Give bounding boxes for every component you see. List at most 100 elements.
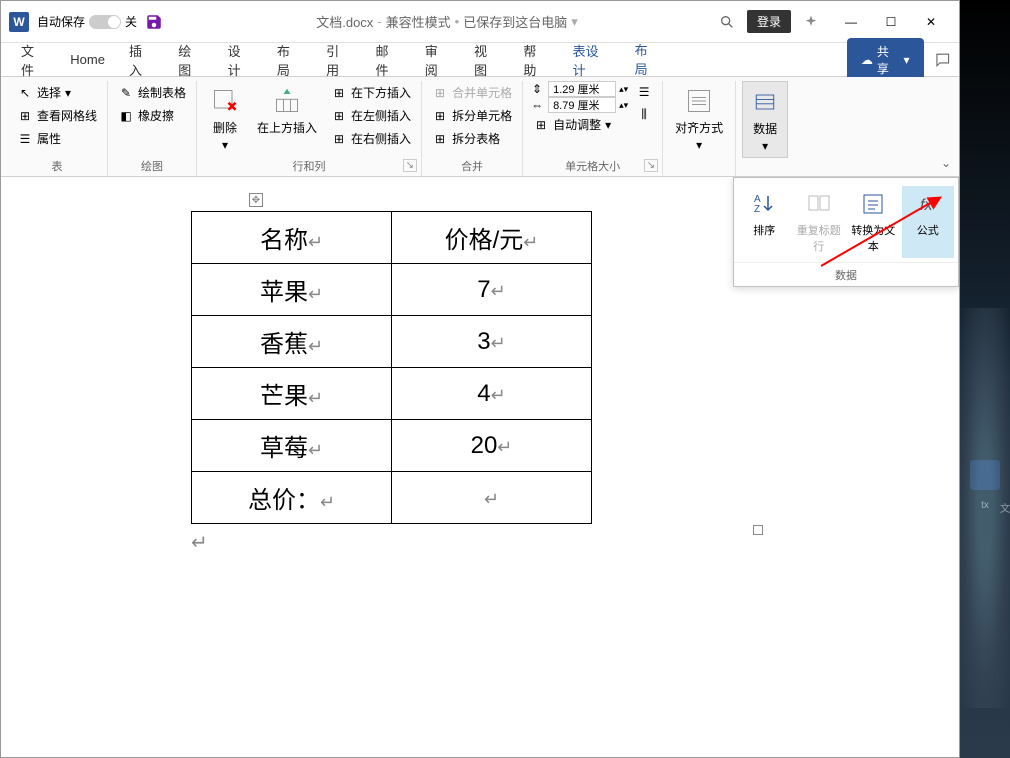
- insert-left-icon: ⊞: [331, 108, 347, 124]
- sparkle-icon[interactable]: [803, 14, 819, 30]
- minimize-button[interactable]: —: [831, 6, 871, 38]
- data-dropdown-panel: AZ 排序 重复标题行 转换为文本 fx 公式 数据: [733, 177, 959, 287]
- group-label-merge: 合并: [428, 156, 516, 176]
- ribbon-group-draw: ✎绘制表格 ◧橡皮擦 绘图: [108, 81, 197, 176]
- insert-left-button[interactable]: ⊞在左侧插入: [327, 104, 415, 127]
- grid-icon: ⊞: [17, 108, 33, 124]
- view-gridlines-button[interactable]: ⊞查看网格线: [13, 104, 101, 127]
- chevron-down-icon: ▾: [762, 139, 768, 153]
- save-icon[interactable]: [145, 13, 163, 31]
- ribbon-tabs: 文件 Home 插入 绘图 设计 布局 引用 邮件 审阅 视图 帮助 表设计 布…: [1, 43, 959, 77]
- dialog-launcher-rows-cols[interactable]: ↘: [403, 159, 417, 172]
- table-resize-handle[interactable]: [753, 525, 763, 535]
- data-button[interactable]: 数据 ▾: [742, 81, 788, 158]
- height-icon: ⇕: [529, 81, 545, 97]
- collapse-ribbon-button[interactable]: ⌄: [941, 156, 951, 170]
- split-table-button[interactable]: ⊞拆分表格: [428, 127, 516, 150]
- col-width-input[interactable]: ⇔▴▾: [529, 97, 628, 113]
- merge-cells-button: ⊞合并单元格: [428, 81, 516, 104]
- merge-icon: ⊞: [432, 85, 448, 101]
- table-cell: 3↵: [392, 316, 592, 368]
- group-label-table: 表: [13, 156, 101, 176]
- document-area[interactable]: AZ 排序 重复标题行 转换为文本 fx 公式 数据 ✥: [1, 177, 959, 757]
- desktop-file-icon[interactable]: [965, 460, 1005, 492]
- chevron-down-icon: ▾: [696, 138, 702, 152]
- split-cells-icon: ⊞: [432, 108, 448, 124]
- ribbon-group-rows-cols: 删除 ▾ 在上方插入 ⊞在下方插入 ⊞在左侧插入 ⊞在右侧插入 行和列 ↘: [197, 81, 422, 176]
- insert-right-button[interactable]: ⊞在右侧插入: [327, 127, 415, 150]
- share-icon: ☁: [861, 53, 873, 67]
- table-cell: 7↵: [392, 264, 592, 316]
- width-icon: ⇔: [529, 97, 545, 113]
- autosave-state: 关: [125, 13, 137, 30]
- autofit-icon: ⊞: [533, 117, 549, 133]
- toggle-switch-icon[interactable]: [89, 15, 121, 29]
- delete-icon: [209, 85, 241, 117]
- dialog-launcher-cell-size[interactable]: ↘: [644, 159, 658, 172]
- chevron-down-icon: ▾: [222, 138, 228, 152]
- table-row: 名称↵ 价格/元↵: [192, 212, 592, 264]
- login-button[interactable]: 登录: [747, 10, 791, 33]
- convert-text-icon: [859, 190, 887, 218]
- data-icon: [749, 86, 781, 118]
- table-cell: 香蕉↵: [192, 316, 392, 368]
- ribbon-group-cell-size: ⇕▴▾ ⇔▴▾ ⊞自动调整 ▾ ☰ ⫼ 单元格大小 ↘: [523, 81, 663, 176]
- svg-text:Z: Z: [754, 204, 760, 215]
- ribbon-group-data: 数据 ▾: [736, 81, 794, 176]
- group-label-draw: 绘图: [114, 156, 190, 176]
- ribbon-group-merge: ⊞合并单元格 ⊞拆分单元格 ⊞拆分表格 合并: [422, 81, 523, 176]
- table-row: 总价：↵ ↵: [192, 472, 592, 524]
- table-cell: 草莓↵: [192, 420, 392, 472]
- insert-right-icon: ⊞: [331, 131, 347, 147]
- distribute-rows-button[interactable]: ☰: [632, 81, 656, 103]
- autosave-label: 自动保存: [37, 13, 85, 30]
- ribbon-group-align: 对齐方式 ▾: [663, 81, 736, 176]
- group-label-cell-size: 单元格大小: [529, 156, 656, 176]
- eraser-button[interactable]: ◧橡皮擦: [114, 104, 190, 127]
- desktop-file-label-1: tx: [965, 500, 1005, 511]
- autofit-button[interactable]: ⊞自动调整 ▾: [529, 113, 628, 136]
- share-button[interactable]: ☁ 共享 ▾: [847, 38, 924, 82]
- insert-below-icon: ⊞: [331, 85, 347, 101]
- word-application-window: W 自动保存 关 文档.docx - 兼容性模式 • 已保存到这台电脑 ▾ 登录…: [0, 0, 960, 758]
- select-button[interactable]: ↖选择 ▾: [13, 81, 101, 104]
- distribute-cols-button[interactable]: ⫼: [632, 103, 656, 125]
- tab-home[interactable]: Home: [58, 46, 117, 73]
- table-row: 草莓↵ 20↵: [192, 420, 592, 472]
- table-row: 苹果↵ 7↵: [192, 264, 592, 316]
- comments-icon[interactable]: [934, 51, 952, 69]
- table-cell: 总价：↵: [192, 472, 392, 524]
- properties-button[interactable]: ☰属性: [13, 127, 101, 150]
- sort-button[interactable]: AZ 排序: [738, 186, 791, 258]
- alignment-button[interactable]: 对齐方式 ▾: [669, 81, 729, 156]
- word-table[interactable]: 名称↵ 价格/元↵ 苹果↵ 7↵ 香蕉↵ 3↵ 芒果↵ 4↵ 草莓↵ 20↵: [191, 211, 592, 524]
- table-row: 香蕉↵ 3↵: [192, 316, 592, 368]
- maximize-button[interactable]: ☐: [871, 6, 911, 38]
- draw-table-button[interactable]: ✎绘制表格: [114, 81, 190, 104]
- insert-below-button[interactable]: ⊞在下方插入: [327, 81, 415, 104]
- table-cell: 4↵: [392, 368, 592, 420]
- distribute-cols-icon: ⫼: [636, 106, 652, 122]
- insert-above-icon: [271, 85, 303, 117]
- row-height-input[interactable]: ⇕▴▾: [529, 81, 628, 97]
- pencil-icon: ✎: [118, 85, 134, 101]
- delete-button[interactable]: 删除 ▾: [203, 81, 247, 156]
- table-cell: 价格/元↵: [392, 212, 592, 264]
- split-cells-button[interactable]: ⊞拆分单元格: [428, 104, 516, 127]
- distribute-rows-icon: ☰: [636, 84, 652, 100]
- eraser-icon: ◧: [118, 108, 134, 124]
- paragraph-mark: ↵: [191, 530, 877, 555]
- group-label-rows-cols: 行和列: [203, 156, 415, 176]
- dropdown-group-label: 数据: [734, 262, 958, 287]
- split-table-icon: ⊞: [432, 131, 448, 147]
- chevron-down-icon: ▾: [904, 53, 910, 67]
- search-icon[interactable]: [719, 14, 735, 30]
- table-cell: ↵: [392, 472, 592, 524]
- table-cell: 芒果↵: [192, 368, 392, 420]
- autosave-toggle[interactable]: 自动保存 关: [37, 13, 137, 30]
- ribbon-group-table: ↖选择 ▾ ⊞查看网格线 ☰属性 表: [7, 81, 108, 176]
- desktop-background: tx 文: [960, 0, 1010, 758]
- insert-above-button[interactable]: 在上方插入: [251, 81, 323, 140]
- table-move-handle[interactable]: ✥: [249, 193, 263, 207]
- close-button[interactable]: ✕: [911, 6, 951, 38]
